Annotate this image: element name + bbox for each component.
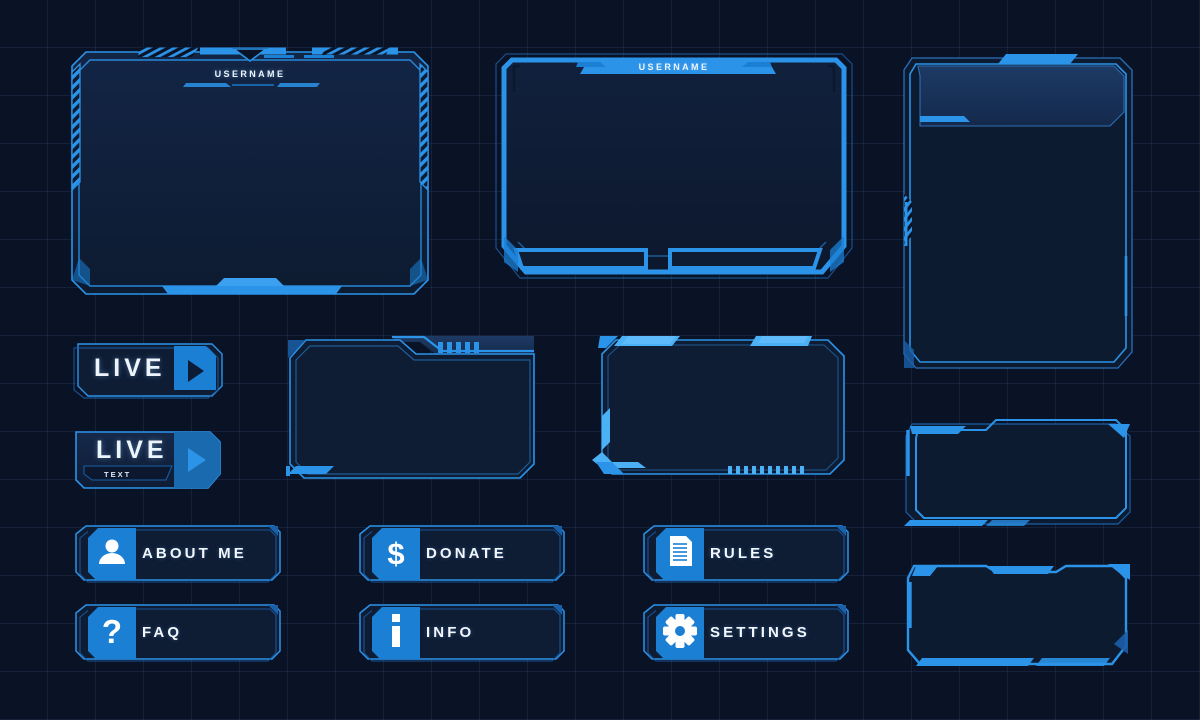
username-underline-left: [183, 83, 231, 87]
side-panel-short[interactable]: [896, 560, 1140, 670]
bottom-panel-right: [668, 248, 823, 270]
username-underline-right: [277, 83, 320, 87]
live-badge-2[interactable]: LIVE TEXT: [70, 430, 230, 492]
panel-outline: [906, 564, 1128, 666]
panel-header-tab: [920, 116, 970, 122]
side-panel-mid[interactable]: [896, 416, 1140, 532]
bottom-left-accent: [288, 466, 334, 474]
menu-button-about-me[interactable]: ABOUT ME: [72, 524, 284, 584]
badge-sub-area: [83, 465, 173, 481]
panel-outline: [905, 423, 1131, 525]
frame-body: [72, 52, 428, 294]
bottom-left-tick: [286, 466, 290, 476]
top-bar-left-small: [264, 55, 294, 58]
webcam-frame-solid[interactable]: USERNAME: [492, 50, 856, 298]
gear-icon: [663, 614, 697, 648]
dollar-icon: $: [387, 536, 404, 571]
bottom-tab-highlight: [216, 278, 284, 286]
side-panel-tall[interactable]: [896, 52, 1140, 376]
question-mark-icon: ?: [102, 613, 122, 650]
chat-panel-right[interactable]: [588, 334, 856, 484]
hatch-top-left-bar: [138, 47, 198, 55]
panel-bottom-bar-right: [1036, 658, 1110, 666]
document-icon: [670, 536, 692, 566]
hatch-left-column: [72, 64, 80, 190]
top-accent-bar-b-hi: [758, 336, 808, 343]
hatch-top-right-bar3: [322, 47, 390, 55]
menu-button-donate[interactable]: $ DONATE: [356, 524, 568, 584]
frame-body: [504, 60, 844, 272]
panel-body: [290, 340, 534, 478]
overlay-kit-canvas: USERNAME USERNAME LIVE LIVE TEXT ABOUT M…: [0, 0, 1200, 720]
panel-top-center-bar: [988, 566, 1054, 574]
menu-button-rules[interactable]: RULES: [640, 524, 852, 584]
panel-top-left-bar: [910, 426, 966, 434]
hatch-right-column: [420, 64, 428, 190]
panel-bottom-bar: [904, 520, 988, 526]
username-underline-center: [232, 84, 274, 86]
panel-bottom-bar-hatch: [986, 520, 1030, 526]
top-accent-bar-a-hi: [622, 336, 676, 344]
bottom-panel-left: [513, 248, 648, 270]
chat-panel-left[interactable]: [280, 334, 544, 484]
info-icon: [392, 614, 400, 647]
webcam-frame-hatched[interactable]: USERNAME: [64, 44, 436, 302]
panel-body: [602, 340, 844, 474]
menu-button-info[interactable]: INFO: [356, 603, 568, 663]
panel-bottom-bar: [916, 658, 1034, 666]
live-badge-1[interactable]: LIVE: [70, 340, 228, 400]
panel-top-tab: [998, 54, 1078, 64]
menu-button-settings[interactable]: SETTINGS: [640, 603, 852, 663]
menu-button-faq[interactable]: ? FAQ: [72, 603, 284, 663]
